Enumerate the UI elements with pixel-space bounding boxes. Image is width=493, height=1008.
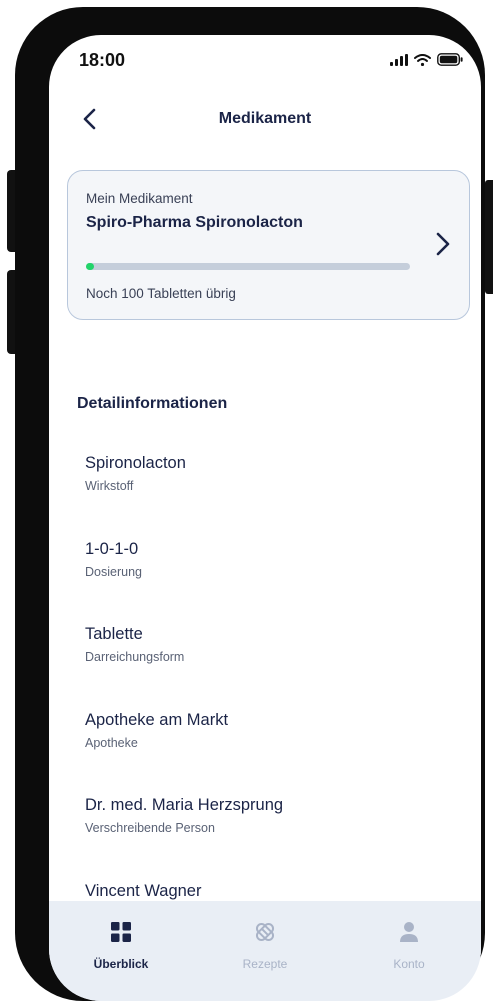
wifi-icon <box>414 53 431 71</box>
detail-value: Dr. med. Maria Herzsprung <box>85 796 284 814</box>
detail-value: Spironolacton <box>85 454 186 472</box>
medication-name: Spiro-Pharma Spironolacton <box>86 214 303 231</box>
phone-screen: 18:00 Medikament Mein Medikament Spiro-P… <box>49 35 481 1001</box>
detail-item-dosage: 1-0-1-0 Dosierung <box>85 539 461 625</box>
nav-label: Rezepte <box>242 957 288 971</box>
detail-label: Apotheke <box>85 735 138 750</box>
phone-frame: 18:00 Medikament Mein Medikament Spiro-P… <box>15 7 485 1001</box>
signal-icon <box>390 53 408 71</box>
detail-value: Apotheke am Markt <box>85 710 229 729</box>
chevron-right-icon[interactable] <box>435 231 451 257</box>
medication-card[interactable]: Mein Medikament Spiro-Pharma Spironolact… <box>67 170 470 320</box>
status-time: 18:00 <box>79 50 126 70</box>
detail-label: Darreichungsform <box>85 650 185 664</box>
supply-progress-fill <box>86 263 95 270</box>
person-icon <box>398 921 420 943</box>
nav-label: Überblick <box>93 957 149 971</box>
nav-item-overview[interactable]: Überblick <box>49 901 193 1001</box>
bottom-navigation: Überblick Rezepte Konto <box>49 901 481 1001</box>
detail-label: Verschreibende Person <box>85 821 215 835</box>
detail-value: 1-0-1-0 <box>85 539 139 558</box>
page-title: Medikament <box>218 110 312 127</box>
detail-item-prescriber: Dr. med. Maria Herzsprung Verschreibende… <box>85 795 461 881</box>
detail-value: Vincent Wagner <box>85 881 202 900</box>
detail-list: Spironolacton Wirkstoff 1-0-1-0 Dosierun… <box>85 453 461 966</box>
nav-label: Konto <box>393 957 425 971</box>
status-icons <box>390 53 463 71</box>
detail-value: Tablette <box>85 625 143 643</box>
phone-power-button <box>485 180 493 294</box>
detail-item-dosage-form: Tablette Darreichungsform <box>85 624 461 710</box>
supply-progress-bar <box>86 263 410 270</box>
detail-section-title: Detailinformationen <box>77 395 228 412</box>
detail-label: Wirkstoff <box>85 479 134 493</box>
medication-card-label: Mein Medikament <box>86 191 193 206</box>
pill-icon <box>254 921 276 943</box>
nav-item-account[interactable]: Konto <box>337 901 481 1001</box>
remaining-tablets-text: Noch 100 Tabletten übrig <box>86 286 236 301</box>
nav-item-prescriptions[interactable]: Rezepte <box>193 901 337 1001</box>
detail-item-active-ingredient: Spironolacton Wirkstoff <box>85 453 461 539</box>
battery-icon <box>437 53 463 71</box>
grid-icon <box>110 921 132 943</box>
detail-label: Dosierung <box>85 564 142 579</box>
detail-item-pharmacy: Apotheke am Markt Apotheke <box>85 710 461 796</box>
